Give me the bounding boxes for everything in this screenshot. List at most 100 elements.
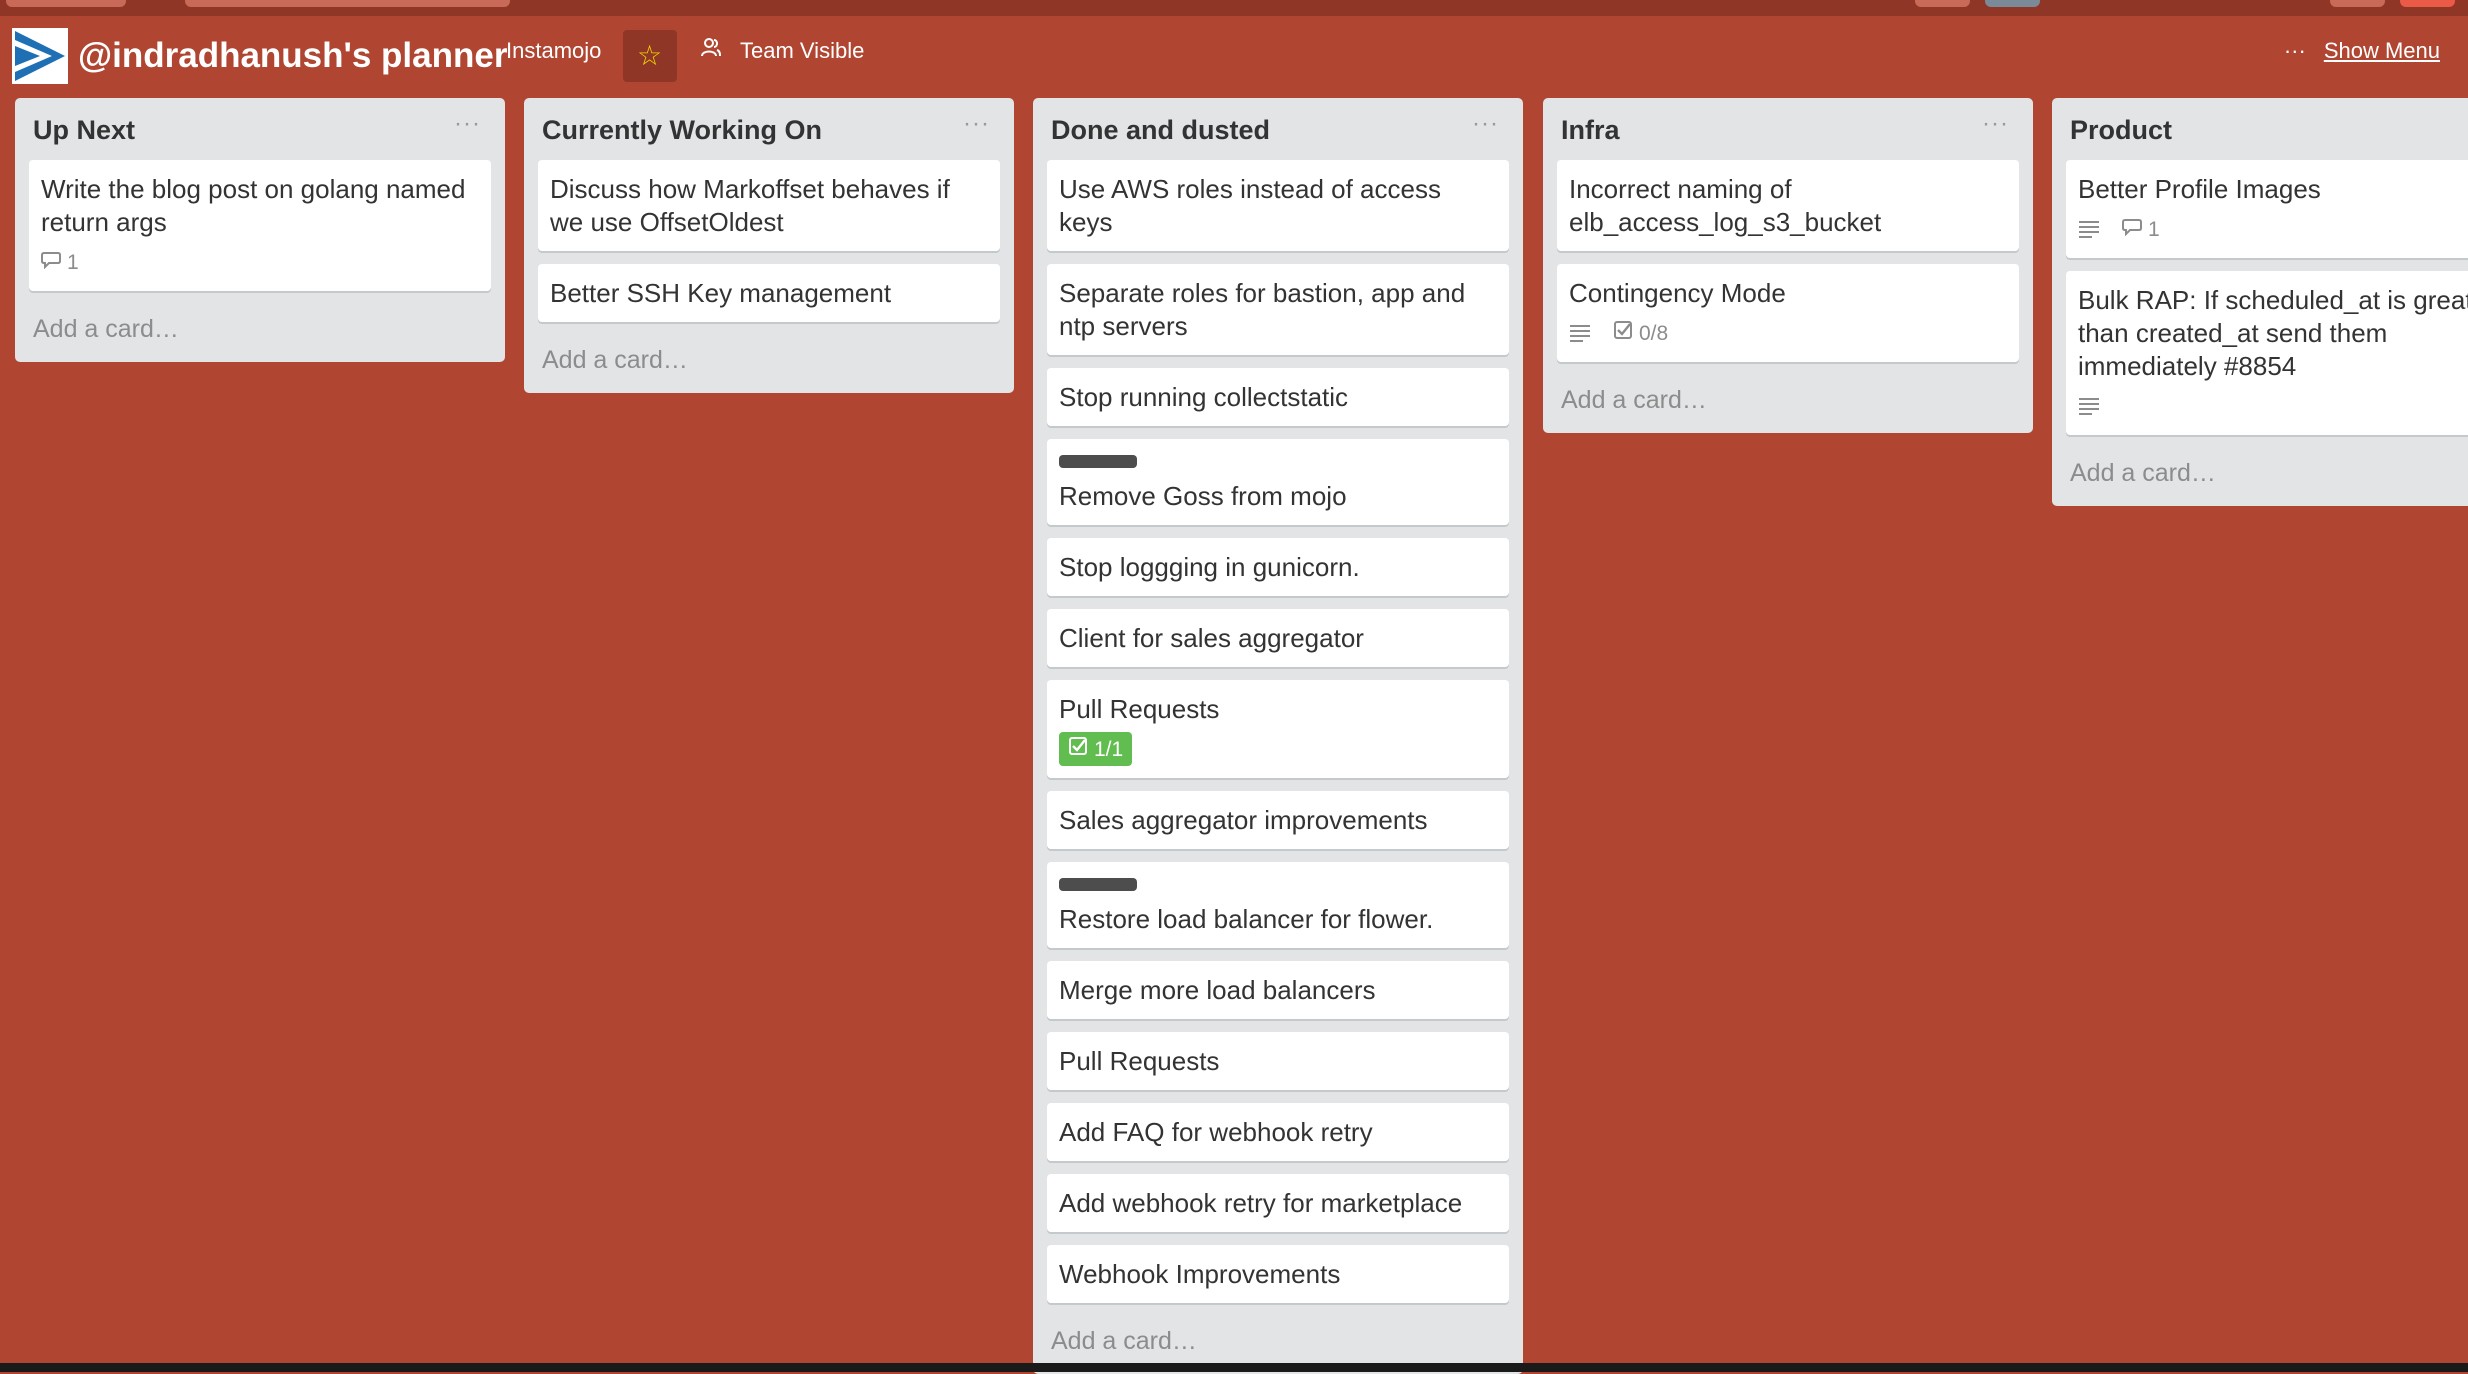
list-done-and-dusted: Done and dusted ··· Use AWS roles instea… [1033,98,1523,1374]
list-card[interactable]: Add webhook retry for marketplace [1047,1174,1509,1232]
list-title[interactable]: Infra [1561,115,1620,146]
card-title: Pull Requests [1059,694,1220,724]
list-card[interactable]: Stop loggging in gunicorn. [1047,538,1509,596]
card-title: Bulk RAP: If scheduled_at is greater tha… [2078,285,2468,381]
card-title: Add webhook retry for marketplace [1059,1188,1463,1218]
tab-stub [2330,0,2385,7]
comment-icon [41,246,61,279]
list-card[interactable]: Better Profile Images 1 [2066,160,2468,258]
list-card[interactable]: Webhook Improvements [1047,1245,1509,1303]
list-title[interactable]: Done and dusted [1051,115,1270,146]
list-card[interactable]: Incorrect naming of elb_access_log_s3_bu… [1557,160,2019,251]
comment-count: 1 [67,250,79,274]
list-card[interactable]: Discuss how Markoffset behaves if we use… [538,160,1000,251]
team-visible-icon [700,36,722,65]
card-title: Pull Requests [1059,1046,1220,1076]
list-card[interactable]: Write the blog post on golang named retu… [29,160,491,291]
checklist-badge: 1/1 [1059,732,1133,766]
star-button[interactable]: ☆ [623,30,677,82]
browser-top-strip [0,0,2468,16]
list-card[interactable]: Bulk RAP: If scheduled_at is greater tha… [2066,271,2468,435]
card-title: Write the blog post on golang named retu… [41,174,466,237]
avatar-stub [1985,0,2040,7]
team-button[interactable]: Instamojo [506,38,601,64]
list-card[interactable]: Pull Requests 1/1 [1047,680,1509,778]
list-card[interactable]: Stop running collectstatic [1047,368,1509,426]
add-card-button[interactable]: Add a card… [1557,375,2019,433]
list-header: Up Next ··· [29,98,491,160]
list-title[interactable]: Product [2070,115,2172,146]
comments-badge: 1 [2122,213,2160,246]
list-menu-icon[interactable]: ··· [963,110,990,138]
board-title[interactable]: @indradhanush's planner [78,36,507,76]
list-header: Product ··· [2066,98,2468,160]
tab-stub [185,0,510,7]
list-title[interactable]: Up Next [33,115,135,146]
card-title: Webhook Improvements [1059,1259,1341,1289]
card-title: Sales aggregator improvements [1059,805,1428,835]
card-title: Discuss how Markoffset behaves if we use… [550,174,950,237]
checkbox-icon [1068,733,1088,766]
checklist-count: 0/8 [1639,321,1669,345]
list-menu-icon[interactable]: ··· [1472,110,1499,138]
description-icon [1569,324,1591,342]
description-icon [2078,397,2100,415]
card-title: Merge more load balancers [1059,975,1376,1005]
show-menu-button[interactable]: ··· Show Menu [2284,38,2440,64]
more-icon: ··· [2283,38,2306,63]
checkbox-icon [1613,317,1633,350]
card-label [1059,878,1137,891]
description-icon [2078,220,2100,238]
card-title: Restore load balancer for flower. [1059,904,1434,934]
list-card[interactable]: Add FAQ for webhook retry [1047,1103,1509,1161]
card-title: Better Profile Images [2078,174,2321,204]
card-title: Client for sales aggregator [1059,623,1364,653]
comments-badge: 1 [41,246,79,279]
list-card[interactable]: Separate roles for bastion, app and ntp … [1047,264,1509,355]
list-title[interactable]: Currently Working On [542,115,822,146]
checklist-badge: 0/8 [1613,317,1668,350]
list-card[interactable]: Pull Requests [1047,1032,1509,1090]
card-title: Separate roles for bastion, app and ntp … [1059,278,1466,341]
checklist-count: 1/1 [1094,737,1124,761]
add-card-button[interactable]: Add a card… [2066,448,2468,506]
list-header: Infra ··· [1557,98,2019,160]
list-card[interactable]: Use AWS roles instead of access keys [1047,160,1509,251]
notification-stub [2400,0,2455,7]
list-card[interactable]: Contingency Mode 0/8 [1557,264,2019,362]
card-title: Better SSH Key management [550,278,892,308]
card-title: Remove Goss from mojo [1059,481,1347,511]
list-card[interactable]: Restore load balancer for flower. [1047,862,1509,948]
visibility-button[interactable]: Team Visible [740,38,864,64]
add-card-button[interactable]: Add a card… [538,335,1000,393]
comment-icon [2122,213,2142,246]
card-label [1059,455,1137,468]
card-title: Incorrect naming of elb_access_log_s3_bu… [1569,174,1882,237]
star-icon: ☆ [637,40,663,71]
window-bottom-edge [0,1363,2468,1372]
list-product: Product ··· Better Profile Images 1 Bulk… [2052,98,2468,506]
card-title: Add FAQ for webhook retry [1059,1117,1373,1147]
list-card[interactable]: Sales aggregator improvements [1047,791,1509,849]
card-title: Stop loggging in gunicorn. [1059,552,1360,582]
tab-stub [1915,0,1970,7]
add-card-button[interactable]: Add a card… [29,304,491,362]
list-card[interactable]: Remove Goss from mojo [1047,439,1509,525]
list-currently-working-on: Currently Working On ··· Discuss how Mar… [524,98,1014,393]
list-card[interactable]: Better SSH Key management [538,264,1000,322]
list-card[interactable]: Client for sales aggregator [1047,609,1509,667]
board-header: @indradhanush's planner Instamojo ☆ Team… [0,16,2468,96]
list-up-next: Up Next ··· Write the blog post on golan… [15,98,505,362]
list-infra: Infra ··· Incorrect naming of elb_access… [1543,98,2033,433]
list-menu-icon[interactable]: ··· [454,110,481,138]
card-title: Use AWS roles instead of access keys [1059,174,1441,237]
card-title: Stop running collectstatic [1059,382,1349,412]
show-menu-label: Show Menu [2323,38,2440,63]
board-logo-icon[interactable] [12,28,68,84]
list-header: Done and dusted ··· [1047,98,1509,160]
tab-stub [6,0,126,7]
list-header: Currently Working On ··· [538,98,1000,160]
list-card[interactable]: Merge more load balancers [1047,961,1509,1019]
list-menu-icon[interactable]: ··· [1982,110,2009,138]
card-title: Contingency Mode [1569,278,1786,308]
